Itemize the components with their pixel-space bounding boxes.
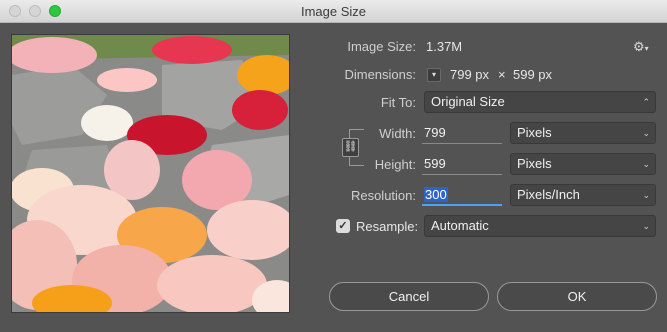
dimensions-width-value: 799 px <box>450 67 490 82</box>
width-label: Width: <box>379 126 416 141</box>
rose-petals-image <box>12 35 289 312</box>
image-preview[interactable] <box>11 34 290 313</box>
title-bar: Image Size <box>0 0 667 23</box>
resolution-unit-select[interactable]: Pixels/Inch ⌄ <box>510 184 656 206</box>
fit-to-value: Original Size <box>431 94 505 109</box>
updown-arrow-icon: ⌄ <box>642 221 650 231</box>
dimensions-label: Dimensions: <box>344 67 416 82</box>
height-value: 599 <box>424 156 446 171</box>
fit-to-label: Fit To: <box>380 95 416 110</box>
updown-arrow-icon: ⌄ <box>642 159 650 169</box>
height-unit-select[interactable]: Pixels ⌄ <box>510 153 656 175</box>
window-title: Image Size <box>300 4 367 19</box>
cancel-button[interactable]: Cancel <box>329 282 489 311</box>
dimensions-height-value: 599 px <box>513 67 553 82</box>
resample-select[interactable]: Automatic ⌄ <box>424 215 656 237</box>
gear-icon[interactable]: ⚙▾ <box>633 39 649 55</box>
dimensions-separator: × <box>498 67 506 82</box>
fit-to-select[interactable]: Original Size ⌃ <box>424 91 656 113</box>
width-unit-select[interactable]: Pixels ⌄ <box>510 122 656 144</box>
resolution-label: Resolution: <box>350 188 416 203</box>
resample-label: Resample: <box>356 219 419 234</box>
width-unit-value: Pixels <box>517 125 552 140</box>
updown-arrow-icon: ⌄ <box>642 128 650 138</box>
dialog-content: Image Size: 1.37M ⚙▾ Dimensions: ▾ 799 p… <box>0 23 667 332</box>
width-input[interactable]: 799 <box>422 122 502 144</box>
height-label: Height: <box>374 157 416 172</box>
ok-button[interactable]: OK <box>497 282 657 311</box>
image-size-value: 1.37M <box>426 39 463 54</box>
height-unit-value: Pixels <box>517 156 552 171</box>
resample-value: Automatic <box>431 218 489 233</box>
height-input[interactable]: 599 <box>422 153 502 175</box>
resolution-unit-value: Pixels/Inch <box>517 187 580 202</box>
resolution-value: 300 <box>424 187 448 202</box>
image-size-label: Image Size: <box>347 39 416 54</box>
updown-arrow-icon: ⌃ <box>642 97 650 107</box>
resolution-input[interactable]: 300 <box>422 184 502 206</box>
resample-checkbox[interactable]: ✓ <box>336 219 350 233</box>
width-value: 799 <box>424 125 446 140</box>
updown-arrow-icon: ⌄ <box>642 190 650 200</box>
chevron-down-icon[interactable]: ▾ <box>427 68 441 82</box>
